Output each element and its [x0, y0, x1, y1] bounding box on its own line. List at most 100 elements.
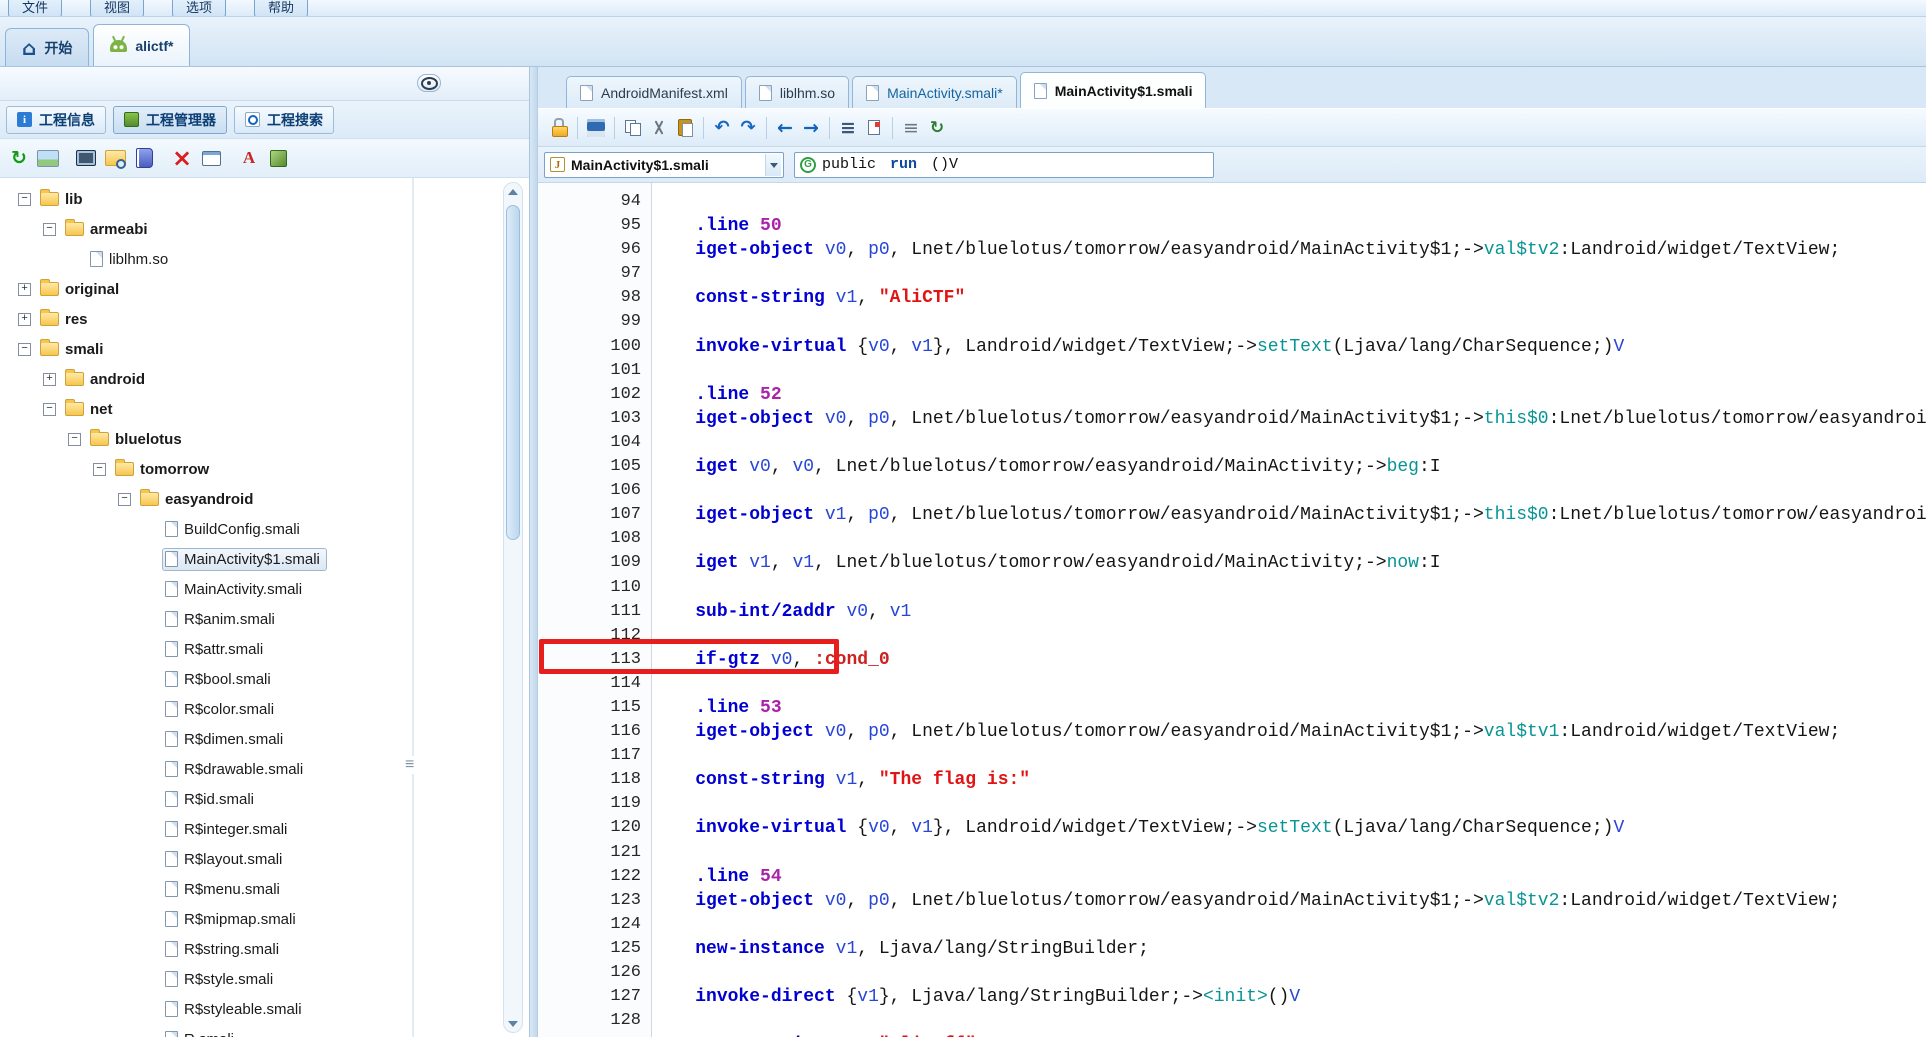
project-toolbar [0, 139, 529, 178]
image-icon[interactable] [35, 146, 61, 170]
menu-item[interactable]: 视图 [90, 0, 145, 16]
code-editor[interactable]: 94 95 96 97 98 99 100 101 102 103 104 105 106 107 108 1… [538, 183, 1926, 1037]
tree-splitter-grip[interactable] [405, 178, 415, 1037]
tree-item-inner: R$layout.smali [162, 848, 289, 871]
tree-item[interactable]: R$drawable.smali [0, 754, 529, 784]
tree-toggle-icon[interactable]: + [18, 282, 31, 296]
tree-item[interactable]: R$style.smali [0, 964, 529, 994]
project-tab[interactable]: 工程管理器 [113, 105, 227, 134]
window-tab[interactable]: alictf* [93, 24, 191, 66]
menu-item[interactable]: 选项 [172, 0, 227, 16]
delete-icon[interactable] [169, 146, 195, 170]
tree-item[interactable]: + android [0, 364, 529, 394]
dropdown-arrow-icon[interactable] [765, 153, 781, 176]
method-selector[interactable]: public run ()V [794, 151, 1214, 178]
tree-toggle-icon[interactable]: + [18, 312, 31, 326]
document-icon [758, 84, 772, 101]
document-tab[interactable]: MainActivity.smali* [852, 76, 1017, 108]
tree-item[interactable]: R$layout.smali [0, 844, 529, 874]
lock-icon[interactable] [546, 115, 572, 141]
eye-icon[interactable] [417, 74, 441, 92]
tree-toggle-icon[interactable]: − [43, 402, 56, 416]
bookmark-icon[interactable] [861, 115, 887, 141]
tree-item[interactable]: + res [0, 304, 529, 334]
code-line: const-string v0, "alictf{" [652, 1033, 1926, 1037]
tree-item[interactable]: R$menu.smali [0, 874, 529, 904]
window-icon[interactable] [198, 146, 224, 170]
tree-item[interactable]: R.smali [0, 1024, 529, 1037]
tree-item[interactable]: − tomorrow [0, 454, 529, 484]
tree-item[interactable]: BuildConfig.smali [0, 514, 529, 544]
book-icon[interactable] [131, 146, 157, 170]
tree-item[interactable]: R$dimen.smali [0, 724, 529, 754]
document-tab[interactable]: liblhm.so [744, 76, 850, 108]
font-icon[interactable] [236, 146, 262, 170]
file-icon [165, 881, 178, 897]
tree-item[interactable]: − easyandroid [0, 484, 529, 514]
file-selector[interactable]: MainActivity$1.smali [544, 151, 784, 178]
tree-item[interactable]: − smali [0, 334, 529, 364]
list-icon[interactable] [898, 115, 924, 141]
tree-item[interactable]: R$id.smali [0, 784, 529, 814]
project-tab[interactable]: 工程搜索 [234, 105, 334, 134]
cut-icon[interactable] [646, 115, 672, 141]
tree-item[interactable]: − net [0, 394, 529, 424]
file-icon [165, 761, 178, 777]
tree-item-label: R$anim.smali [184, 610, 275, 628]
refresh-green-icon[interactable] [924, 115, 950, 141]
window-tab[interactable]: 开始 [5, 28, 90, 66]
tree-toggle-icon[interactable]: − [43, 222, 56, 236]
tree-item[interactable]: R$integer.smali [0, 814, 529, 844]
file-icon [165, 641, 178, 657]
tree-toggle-icon[interactable]: − [18, 342, 31, 356]
tree-item[interactable]: R$string.smali [0, 934, 529, 964]
package-icon[interactable] [265, 146, 291, 170]
manager-icon [124, 112, 139, 127]
back-icon[interactable] [772, 115, 798, 141]
scroll-up-button[interactable] [504, 183, 522, 201]
undo-icon[interactable] [709, 115, 735, 141]
tree-toggle-icon[interactable]: − [18, 192, 31, 206]
tree-item[interactable]: R$mipmap.smali [0, 904, 529, 934]
file-icon [165, 611, 178, 627]
refresh-icon[interactable] [6, 146, 32, 170]
screen-icon[interactable] [73, 146, 99, 170]
document-tab[interactable]: MainActivity$1.smali [1019, 72, 1207, 108]
tree-item[interactable]: − bluelotus [0, 424, 529, 454]
tree-toggle-icon[interactable]: − [118, 492, 131, 506]
tree-toggle-icon[interactable]: + [43, 372, 56, 386]
tree-scrollbar[interactable] [503, 182, 523, 1033]
document-tab[interactable]: AndroidManifest.xml [566, 76, 742, 108]
scrollbar-thumb[interactable] [506, 205, 520, 540]
tree-item[interactable]: liblhm.so [0, 244, 529, 274]
tree-item[interactable]: R$styleable.smali [0, 994, 529, 1024]
panel-splitter[interactable] [530, 67, 537, 1037]
home-icon [22, 39, 36, 57]
redo-icon[interactable] [735, 115, 761, 141]
paste-icon[interactable] [672, 115, 698, 141]
menu-item[interactable]: 文件 [8, 0, 63, 16]
menu-item[interactable]: 帮助 [254, 0, 309, 16]
tree-item[interactable]: R$bool.smali [0, 664, 529, 694]
tree-item[interactable]: MainActivity$1.smali [0, 544, 529, 574]
search-icon [245, 112, 260, 127]
methods-icon[interactable] [835, 115, 861, 141]
tree-item[interactable]: R$attr.smali [0, 634, 529, 664]
tree-toggle-icon[interactable]: − [68, 432, 81, 446]
tree-toggle-icon[interactable]: − [93, 462, 106, 476]
code-line: .line 50 [695, 216, 782, 237]
tree-item[interactable]: − lib [0, 184, 529, 214]
tree-item[interactable]: MainActivity.smali [0, 574, 529, 604]
tree-item[interactable]: R$anim.smali [0, 604, 529, 634]
tree-item[interactable]: R$color.smali [0, 694, 529, 724]
forward-icon[interactable] [798, 115, 824, 141]
tree-item[interactable]: + original [0, 274, 529, 304]
save-icon[interactable] [583, 115, 609, 141]
project-tab[interactable]: 工程信息 [6, 105, 106, 134]
copy-icon[interactable] [620, 115, 646, 141]
folder-search-icon[interactable] [102, 146, 128, 170]
line-number: 95 [620, 216, 641, 236]
tree-item[interactable]: − armeabi [0, 214, 529, 244]
scroll-down-button[interactable] [504, 1014, 522, 1032]
